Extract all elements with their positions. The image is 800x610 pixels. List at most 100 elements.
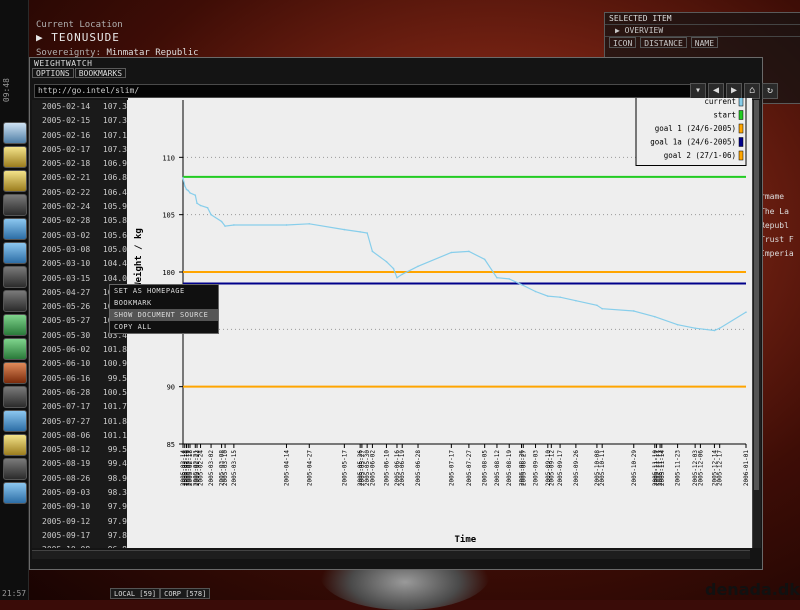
notepad-icon[interactable]: [3, 170, 27, 192]
mail-icon[interactable]: [3, 146, 27, 168]
context-menu: SET AS HOMEPAGE BOOKMARK SHOW DOCUMENT SOU…: [109, 284, 219, 334]
log-value: 97.8: [107, 530, 127, 540]
log-value: 101.8: [102, 345, 127, 355]
market-icon[interactable]: [3, 314, 27, 336]
context-menu-item[interactable]: BOOKMARK: [110, 297, 218, 309]
data-point: [189, 192, 191, 194]
list-item: 2005-03-08 105.0: [32, 243, 127, 257]
data-point: [220, 220, 223, 223]
log-date: 2005-02-18: [42, 159, 91, 169]
log-date: 2005-06-28: [42, 387, 91, 397]
list-item: 2005-02-28 105.8: [32, 214, 127, 228]
corporation-icon[interactable]: [3, 386, 27, 408]
data-point: [371, 250, 374, 253]
neocom-clock: 09:48: [2, 78, 11, 103]
legend-label: current: [704, 98, 736, 106]
data-point: [343, 228, 346, 231]
journal-icon[interactable]: [3, 338, 27, 360]
data-point: [508, 278, 511, 280]
assets-icon[interactable]: [3, 290, 27, 312]
log-value: 107.1: [102, 130, 127, 140]
partial-label: Imperia: [760, 249, 794, 258]
data-point: [224, 225, 226, 227]
log-date: 2005-02-21: [42, 173, 91, 183]
vertical-scrollbar[interactable]: [752, 100, 761, 548]
map-icon[interactable]: [3, 242, 27, 264]
watermark: denada.dk: [705, 580, 800, 599]
x-tick-label: 2005-06-02: [369, 450, 376, 487]
log-date: 2005-09-10: [42, 502, 91, 512]
browser-icon[interactable]: [3, 458, 27, 480]
x-tick-label: 2005-02-24: [198, 450, 205, 487]
data-point: [196, 202, 198, 204]
log-value: 97.9: [107, 516, 127, 526]
log-value: 99.5: [107, 373, 127, 383]
column-name[interactable]: NAME: [690, 37, 719, 48]
menu-options[interactable]: OPTIONS: [32, 68, 74, 78]
x-tick-label: 2005-03-02: [208, 450, 215, 487]
log-value: 105.6: [102, 230, 127, 240]
data-point: [194, 194, 197, 196]
x-tick-label: 2005-11-14: [659, 450, 666, 487]
x-tick-label: 2005-05-17: [341, 450, 348, 487]
log-date: 2005-10-08: [32, 543, 102, 548]
list-item: 2005-08-19 99.4: [32, 457, 127, 471]
channels-icon[interactable]: [3, 362, 27, 384]
x-tick-label: 2005-07-27: [466, 450, 473, 487]
list-item: 2005-10-0896.8: [32, 543, 127, 548]
x-tick-label: 2005-08-27: [520, 450, 527, 487]
overview-tab[interactable]: ▶ OVERVIEW: [605, 25, 800, 37]
list-item: 2005-08-12 99.5: [32, 443, 127, 457]
dropdown-icon[interactable]: ▾: [690, 83, 706, 99]
chat-tab-local[interactable]: LOCAL [59]: [110, 588, 161, 599]
log-date: 2005-03-08: [42, 244, 91, 254]
data-point: [745, 311, 747, 313]
log-date: 2005-06-16: [42, 373, 91, 383]
y-tick-label: 100: [162, 269, 175, 277]
horizontal-scrollbar[interactable]: [32, 550, 750, 559]
log-date: 2005-06-02: [42, 345, 91, 355]
data-point: [547, 295, 549, 297]
log-value: 101.1: [102, 430, 127, 440]
log-value: 97.9: [107, 502, 127, 512]
list-item: 2005-02-22 106.4: [32, 186, 127, 200]
log-date: 2005-02-15: [42, 116, 91, 126]
neocom-time: 21:57: [2, 589, 27, 598]
context-menu-item[interactable]: COPY ALL: [110, 321, 218, 333]
home-icon[interactable]: ⌂: [744, 83, 760, 99]
column-distance[interactable]: DISTANCE: [640, 37, 687, 48]
forward-icon[interactable]: ▶: [726, 83, 742, 99]
back-icon[interactable]: ◀: [708, 83, 724, 99]
url-field[interactable]: http://go.intel/slim/: [34, 84, 691, 98]
x-tick-label: 2005-04-27: [306, 450, 313, 487]
context-menu-item[interactable]: SHOW DOCUMENT SOURCE: [110, 309, 218, 321]
column-icon[interactable]: ICON: [609, 37, 637, 48]
log-value: 106.9: [102, 159, 127, 169]
ship-hangar-icon[interactable]: [3, 194, 27, 216]
chat-tab-corp[interactable]: CORP [578]: [160, 588, 211, 599]
context-menu-item[interactable]: SET AS HOMEPAGE: [110, 285, 218, 297]
data-point: [206, 206, 209, 209]
log-value: 104.4: [102, 259, 127, 269]
x-tick-label: 2005-11-23: [675, 450, 682, 487]
science-icon[interactable]: [3, 410, 27, 432]
scanner-icon[interactable]: [3, 434, 27, 456]
data-point: [392, 267, 395, 270]
x-tick-label: 2005-09-26: [573, 450, 580, 487]
x-tick-label: 2005-08-05: [482, 450, 489, 487]
reload-icon[interactable]: ↻: [762, 83, 778, 99]
x-tick-label: 2005-07-17: [448, 450, 455, 487]
x-tick-label: 2006-01-01: [743, 450, 750, 487]
x-tick-label: 2005-03-10: [222, 450, 229, 487]
system-name[interactable]: ▶ TEONUSUDE: [36, 31, 120, 44]
scroll-thumb[interactable]: [754, 100, 759, 490]
log-date: 2005-08-26: [42, 473, 91, 483]
x-tick-label: 2005-04-14: [283, 450, 290, 487]
menu-bookmarks[interactable]: BOOKMARKS: [74, 68, 127, 78]
fitting-icon[interactable]: [3, 266, 27, 288]
character-icon[interactable]: [3, 122, 27, 144]
log-value: 107.3: [102, 102, 127, 111]
people-icon[interactable]: [3, 218, 27, 240]
help-icon[interactable]: [3, 482, 27, 504]
log-value: 99.5: [107, 445, 127, 455]
